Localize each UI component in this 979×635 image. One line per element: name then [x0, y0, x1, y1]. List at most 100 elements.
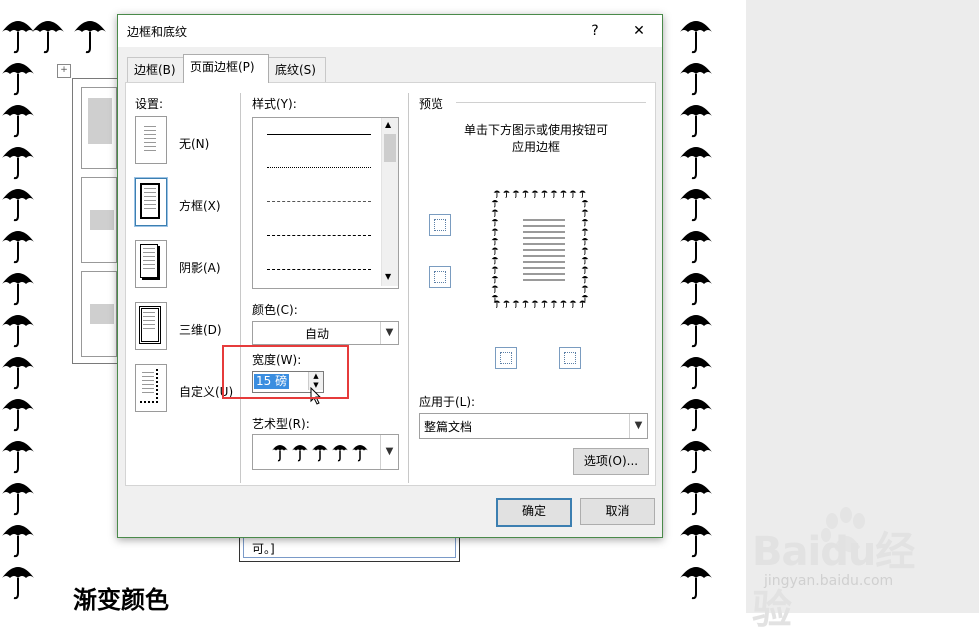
style-label: 样式(Y): — [252, 97, 297, 111]
right-border-button[interactable] — [559, 347, 581, 369]
umbrella-icon — [0, 140, 40, 182]
ok-button[interactable]: 确定 — [496, 498, 572, 527]
color-dropdown[interactable]: 自动 ▼ — [252, 321, 399, 345]
umbrella-icon — [491, 257, 499, 265]
umbrella-icon — [581, 228, 589, 236]
text-line — [523, 255, 565, 257]
umbrella-icon — [678, 350, 718, 392]
umbrella-icon — [678, 308, 718, 350]
umbrella-icon — [550, 300, 558, 308]
text-line — [523, 243, 565, 245]
page-mini-icon — [140, 369, 158, 403]
text-line — [523, 231, 565, 233]
umbrella-icon — [678, 560, 718, 602]
cancel-button[interactable]: 取消 — [580, 498, 655, 525]
umbrella-icon — [581, 219, 589, 227]
umbrella-icon — [0, 392, 40, 434]
umbrella-icon — [678, 518, 718, 560]
umbrella-icon — [0, 266, 40, 308]
style-long-dash[interactable] — [267, 269, 371, 270]
preview-page[interactable] — [485, 187, 603, 312]
color-value: 自动 — [305, 327, 330, 341]
scroll-thumb[interactable] — [384, 134, 396, 162]
umbrella-icon — [581, 266, 589, 274]
umbrella-icon — [678, 224, 718, 266]
setting-box-icon[interactable] — [135, 178, 167, 226]
close-button[interactable]: ✕ — [626, 19, 652, 43]
umbrella-icon — [581, 247, 589, 255]
tab-shading[interactable]: 底纹(S) — [268, 57, 326, 82]
setting-box-label[interactable]: 方框(X) — [179, 197, 221, 214]
umbrella-border-right — [678, 14, 718, 602]
umbrella-icon — [678, 392, 718, 434]
style-solid[interactable] — [267, 134, 371, 135]
setting-none-label[interactable]: 无(N) — [179, 135, 209, 152]
umbrella-icon — [491, 276, 499, 284]
umbrella-icon — [491, 285, 499, 293]
chevron-down-icon[interactable]: ▼ — [380, 435, 398, 469]
chevron-down-icon[interactable]: ▼ — [629, 414, 647, 438]
chevron-down-icon[interactable]: ▼ — [380, 322, 398, 344]
umbrella-icon — [531, 190, 539, 198]
separator — [408, 93, 409, 483]
help-button[interactable]: ? — [582, 19, 608, 43]
umbrella-icon — [0, 224, 40, 266]
umbrella-icon — [581, 257, 589, 265]
setting-none-icon[interactable] — [135, 116, 167, 164]
umbrella-icon — [502, 300, 510, 308]
left-border-button[interactable] — [495, 347, 517, 369]
umbrella-icon — [581, 276, 589, 284]
umbrella-icon — [678, 476, 718, 518]
table-move-handle-icon[interactable]: + — [57, 64, 71, 78]
umbrella-icon — [578, 190, 586, 198]
tab-borders[interactable]: 边框(B) — [127, 57, 185, 82]
style-scrollbar[interactable]: ▲ ▼ — [381, 118, 398, 286]
setting-shadow-icon[interactable] — [135, 240, 167, 288]
umbrella-icon — [678, 434, 718, 476]
scroll-up-icon[interactable]: ▲ — [385, 120, 391, 129]
umbrella-icon — [569, 300, 577, 308]
umbrella-icon — [271, 441, 289, 466]
umbrella-frame-preview — [491, 190, 589, 308]
umbrella-icon — [351, 441, 369, 466]
style-dotted[interactable] — [267, 167, 371, 168]
umbrella-icon — [491, 219, 499, 227]
preview-label: 预览 — [419, 97, 444, 111]
setting-3d-label[interactable]: 三维(D) — [179, 321, 222, 338]
doc-cell-1 — [81, 87, 117, 169]
bottom-border-button[interactable] — [429, 266, 451, 288]
options-button[interactable]: 选项(O)... — [573, 448, 649, 475]
umbrella-icon — [491, 228, 499, 236]
umbrella-icon — [678, 182, 718, 224]
setting-custom-icon[interactable] — [135, 364, 167, 412]
page-mini-icon — [140, 244, 158, 278]
doc-cell-shape — [90, 304, 114, 324]
dialog-titlebar[interactable]: 边框和底纹 ? ✕ — [118, 15, 662, 47]
setting-3d-icon[interactable] — [135, 302, 167, 350]
scroll-down-icon[interactable]: ▼ — [385, 272, 391, 281]
doc-note-inner: 可。] — [243, 536, 456, 558]
umbrella-icon — [491, 266, 499, 274]
preview-hint-2: 应用边框 — [511, 140, 560, 154]
style-dash[interactable] — [267, 235, 371, 236]
umbrella-icon — [569, 190, 577, 198]
umbrella-icon — [0, 350, 40, 392]
umbrella-icon — [678, 266, 718, 308]
umbrella-icon — [72, 14, 108, 56]
art-label: 艺术型(R): — [252, 417, 310, 431]
umbrella-icon — [331, 441, 349, 466]
style-listbox[interactable]: ▲ ▼ — [252, 117, 399, 289]
top-border-button[interactable] — [429, 214, 451, 236]
highlight-annotation — [222, 345, 349, 399]
tab-page-border[interactable]: 页面边框(P) — [183, 54, 269, 83]
apply-to-dropdown[interactable]: 整篇文档 ▼ — [419, 413, 648, 439]
umbrella-icon — [30, 14, 66, 56]
apply-to-label: 应用于(L): — [419, 395, 476, 409]
style-small-dash[interactable] — [267, 201, 371, 202]
setting-shadow-label[interactable]: 阴影(A) — [179, 259, 221, 276]
art-dropdown[interactable]: ▼ — [252, 434, 399, 470]
umbrella-icon — [512, 300, 520, 308]
umbrella-icon — [502, 190, 510, 198]
doc-cell-2 — [81, 177, 117, 263]
umbrella-icon — [531, 300, 539, 308]
